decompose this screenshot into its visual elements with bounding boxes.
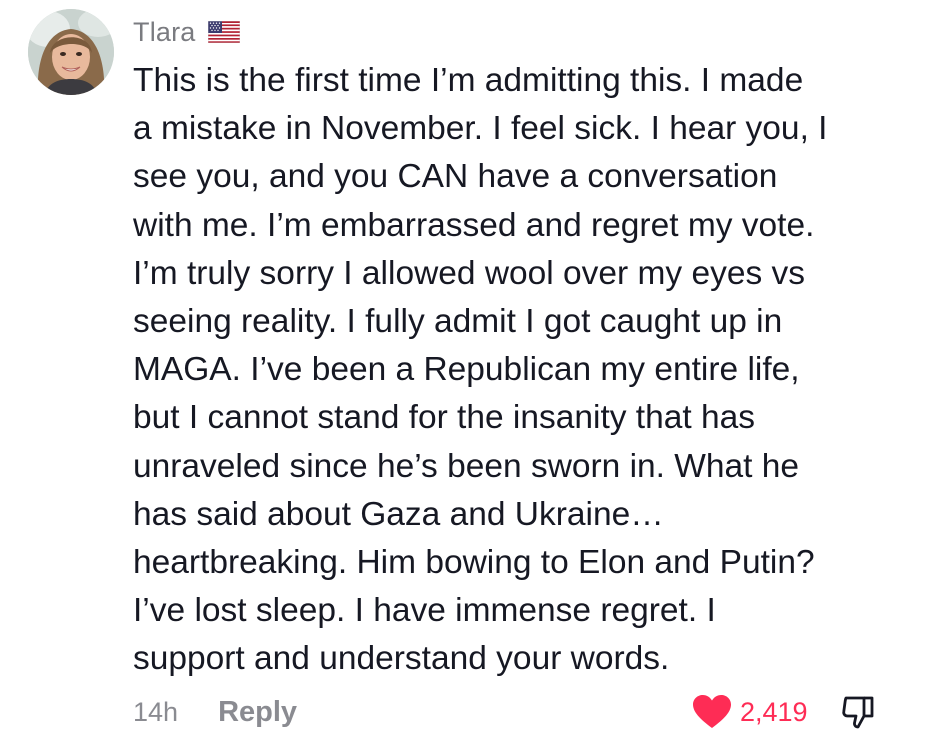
comment-actions: 2,419 (692, 690, 876, 734)
avatar[interactable] (28, 9, 114, 95)
username[interactable]: Tlara (133, 17, 196, 48)
comment-meta: 14h Reply (133, 690, 297, 734)
comment-text: This is the first time I’m admitting thi… (133, 62, 828, 678)
avatar-image (28, 9, 114, 95)
us-flag-icon (207, 21, 240, 43)
username-row: Tlara (133, 12, 240, 52)
reply-button[interactable]: Reply (218, 696, 297, 729)
like-button[interactable]: 2,419 (692, 694, 808, 730)
thumbs-down-icon[interactable] (840, 694, 876, 730)
like-count: 2,419 (740, 696, 808, 727)
comment-item: Tlara This is the first time I’m admitti… (0, 0, 928, 750)
heart-icon[interactable] (692, 694, 732, 730)
timestamp: 14h (133, 696, 179, 727)
